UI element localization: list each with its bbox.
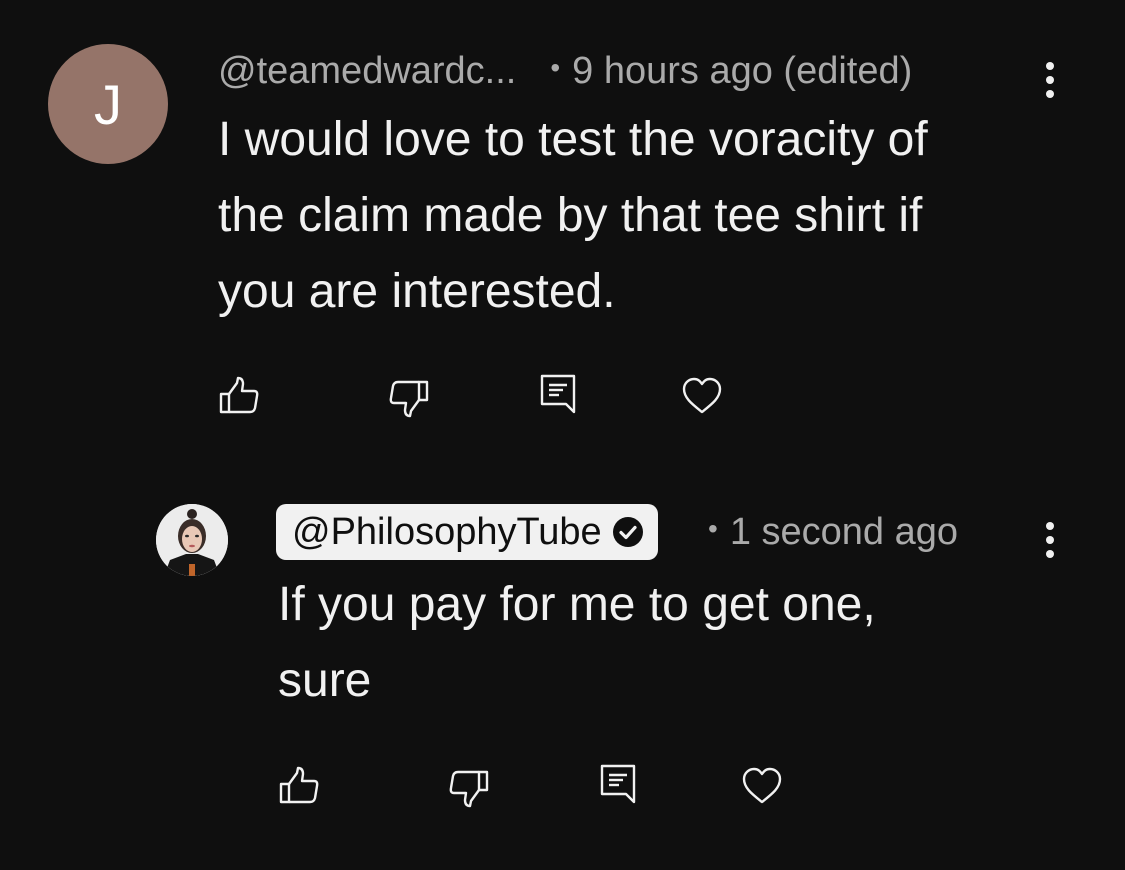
thumbs-down-icon <box>449 770 489 808</box>
avatar[interactable]: J <box>48 44 168 164</box>
thumbs-down-icon <box>389 380 429 418</box>
comment-body: I would love to test the voracity of the… <box>218 102 928 330</box>
like-button[interactable] <box>218 374 262 418</box>
thumbs-up-icon <box>219 376 259 414</box>
reply-reply-button[interactable] <box>596 762 640 806</box>
reply-author-handle: @PhilosophyTube <box>292 510 602 553</box>
meta-separator: • <box>708 513 718 544</box>
comment-text-line: I would love to test the voracity of <box>218 113 928 166</box>
reply-text-line: If you pay for me to get one, <box>278 578 876 631</box>
avatar-letter: J <box>94 72 122 136</box>
heart-icon <box>742 767 782 804</box>
comment-thread: J @teamedwardc... • 9 hours ago (edited) I… <box>0 0 1125 870</box>
comment-timestamp[interactable]: 9 hours ago (edited) <box>572 50 912 92</box>
reply-timestamp[interactable]: 1 second ago <box>730 511 958 553</box>
dislike-button[interactable] <box>386 376 430 420</box>
comment-meta: @teamedwardc... • 9 hours ago (edited) <box>218 52 912 90</box>
comment-author-handle[interactable]: @teamedwardc... <box>218 50 516 92</box>
verified-check-icon <box>612 517 643 547</box>
heart-button[interactable] <box>680 374 724 418</box>
thumbs-up-icon <box>279 766 319 804</box>
reply-more-options-icon[interactable] <box>1045 522 1055 562</box>
creator-handle-chip[interactable]: @PhilosophyTube <box>276 504 658 560</box>
reply-button[interactable] <box>536 372 580 416</box>
comment-text-line: the claim made by that tee shirt if <box>218 189 923 242</box>
comment-more-options-icon[interactable] <box>1045 62 1055 102</box>
reply-like-button[interactable] <box>278 764 322 808</box>
reply-heart-button[interactable] <box>740 764 784 808</box>
reply-icon <box>600 764 636 804</box>
reply-body: If you pay for me to get one, sure <box>278 567 876 719</box>
creator-avatar-image <box>156 504 228 576</box>
reply-dislike-button[interactable] <box>446 766 490 810</box>
reply-text-line: sure <box>278 654 372 707</box>
comment-text-line: you are interested. <box>218 265 616 318</box>
reply-icon <box>540 374 576 414</box>
heart-icon <box>682 377 722 414</box>
creator-avatar[interactable] <box>156 504 228 576</box>
reply-meta: • 1 second ago <box>692 513 958 551</box>
meta-separator: • <box>550 52 561 83</box>
